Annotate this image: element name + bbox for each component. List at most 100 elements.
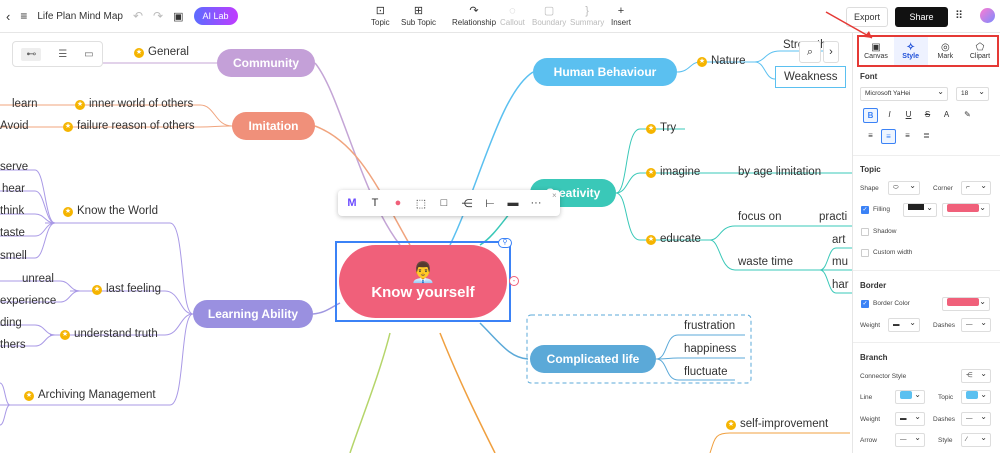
outline-view-icon[interactable]: ☰ — [58, 49, 67, 60]
back-icon[interactable]: ‹ — [6, 9, 10, 24]
text-format-icon[interactable]: T — [367, 197, 383, 209]
leaf-waste-time[interactable]: waste time — [738, 256, 793, 268]
branch-style-select[interactable]: ⁄ — [961, 432, 991, 447]
align-left-icon[interactable]: ≡ — [863, 129, 878, 144]
leaf-experience[interactable]: experience — [0, 295, 56, 307]
leaf-thers[interactable]: thers — [0, 339, 26, 351]
shadow-checkbox[interactable] — [861, 228, 869, 236]
leaf-know-the-world[interactable]: ★ Know the World — [63, 205, 158, 217]
border-weight-select[interactable]: ▬ — [888, 317, 920, 332]
leaf-by-age-limitation[interactable]: by age limitation — [738, 166, 821, 178]
shape-icon[interactable]: □ — [436, 197, 452, 209]
leaf-frustration[interactable]: frustration — [684, 320, 735, 332]
ai-lab-button[interactable]: AI Lab — [193, 7, 238, 25]
slides-view-icon[interactable]: ▭ — [84, 49, 93, 60]
arrow-select[interactable]: — — [895, 432, 925, 447]
tab-style[interactable]: ✧ Style — [893, 37, 928, 65]
border-color-checkbox[interactable]: ✓ — [861, 300, 869, 308]
strikethrough-button[interactable]: S — [920, 108, 935, 123]
leaf-art[interactable]: art — [832, 234, 845, 246]
leaf-nature[interactable]: ★ Nature — [697, 55, 746, 67]
leaf-learn[interactable]: learn — [12, 98, 38, 110]
ai-icon[interactable]: M — [344, 197, 360, 209]
boundary-tool[interactable]: ▢ Boundary — [532, 4, 566, 27]
leaf-practi[interactable]: practi — [819, 211, 847, 223]
format-painter-icon[interactable]: ▣ — [173, 10, 183, 23]
leaf-avoid[interactable]: Avoid — [0, 120, 29, 132]
font-size-select[interactable]: 18 — [956, 86, 989, 101]
branch-dashes-select[interactable]: — — [961, 411, 991, 426]
leaf-hear[interactable]: hear — [2, 183, 25, 195]
tab-mark[interactable]: ◎ Mark — [928, 37, 962, 65]
mind-map-canvas[interactable]: ⊷ ☰ ▭ Community Imitation Learning Abili… — [0, 33, 852, 453]
connector-style-select[interactable]: ⋲ — [961, 368, 991, 383]
border-dashes-select[interactable]: — — [961, 317, 991, 332]
main-node-human-behaviour[interactable]: Human Behaviour — [533, 58, 677, 86]
highlight-icon[interactable]: ✎ — [960, 108, 975, 123]
align-center-icon[interactable]: ≡ — [881, 129, 896, 144]
fill-color-icon[interactable]: ● — [390, 197, 406, 209]
shape-select[interactable]: ⬭ — [888, 180, 920, 195]
apps-grid-icon[interactable]: ⠿ — [955, 9, 963, 22]
leaf-general[interactable]: ★ General — [134, 46, 189, 58]
corner-select[interactable]: ⌐ — [961, 180, 991, 195]
leaf-unreal[interactable]: unreal — [22, 273, 54, 285]
leaf-educate[interactable]: ★ educate — [646, 233, 701, 245]
layout-icon[interactable]: ⊢ — [482, 197, 498, 210]
user-avatar[interactable] — [980, 8, 995, 23]
fill-color-select[interactable] — [942, 202, 990, 217]
line-color-icon[interactable]: ▬ — [505, 197, 521, 209]
leaf-inner-world[interactable]: ★ inner world of others — [75, 98, 193, 110]
leaf-understand-truth[interactable]: ★ understand truth — [60, 328, 158, 340]
undo-icon[interactable]: ↶ — [133, 9, 143, 23]
sub-topic-tool[interactable]: ⊞ Sub Topic — [401, 4, 436, 27]
leaf-self-improvement[interactable]: ★ self-improvement — [726, 418, 828, 430]
align-right-icon[interactable]: ≡ — [900, 129, 915, 144]
topic-color-select[interactable] — [961, 389, 991, 404]
summary-tool[interactable]: } Summary — [570, 4, 604, 27]
font-family-select[interactable]: Microsoft YaHei — [860, 86, 948, 101]
menu-icon[interactable]: ≡ — [20, 9, 27, 23]
leaf-smell[interactable]: smell — [0, 250, 27, 262]
line-color-select[interactable] — [895, 389, 925, 404]
leaf-taste[interactable]: taste — [0, 227, 25, 239]
border-style-icon[interactable]: ⬚ — [413, 197, 429, 210]
leaf-mu[interactable]: mu — [832, 256, 848, 268]
leaf-har[interactable]: har — [832, 279, 849, 291]
tab-clipart[interactable]: ⬠ Clipart — [963, 37, 997, 65]
branch-weight-select[interactable]: ▬ — [895, 411, 925, 426]
underline-button[interactable]: U — [901, 108, 916, 123]
main-node-complicated-life[interactable]: Complicated life — [530, 345, 656, 373]
leaf-imagine[interactable]: ★ imagine — [646, 166, 700, 178]
filling-style-select[interactable] — [903, 202, 937, 217]
custom-width-checkbox[interactable] — [861, 249, 869, 257]
filling-checkbox[interactable]: ✓ — [861, 206, 869, 214]
leaf-archiving-management[interactable]: ★ Archiving Management — [24, 389, 156, 401]
mindmap-view-icon[interactable]: ⊷ — [21, 47, 42, 61]
main-node-community[interactable]: Community — [217, 49, 315, 77]
leaf-fluctuate[interactable]: fluctuate — [684, 366, 727, 378]
main-node-learning-ability[interactable]: Learning Ability — [193, 300, 313, 328]
share-button[interactable]: Share — [895, 7, 948, 27]
leaf-failure-reason[interactable]: ★ failure reason of others — [63, 120, 195, 132]
align-justify-icon[interactable]: ≣ — [919, 129, 934, 144]
bold-button[interactable]: B — [863, 108, 878, 123]
leaf-weakness[interactable]: Weakness — [775, 66, 847, 88]
leaf-try[interactable]: ★ Try — [646, 122, 676, 134]
more-icon[interactable]: ··· — [528, 197, 544, 209]
main-node-imitation[interactable]: Imitation — [232, 112, 315, 140]
leaf-serve[interactable]: serve — [0, 161, 28, 173]
topic-tool[interactable]: ⊡ Topic — [371, 4, 390, 27]
leaf-think[interactable]: think — [0, 205, 24, 217]
relationship-tool[interactable]: ↷ Relationship — [452, 4, 496, 27]
leaf-happiness[interactable]: happiness — [684, 343, 736, 355]
leaf-focus-on[interactable]: focus on — [738, 211, 781, 223]
font-color-button[interactable]: A — [939, 108, 954, 123]
search-icon[interactable]: ⌕ — [799, 41, 821, 63]
insert-tool[interactable]: + Insert — [611, 4, 631, 27]
central-topic[interactable]: 👨‍💼 Know yourself — [339, 245, 507, 318]
leaf-ding[interactable]: ding — [0, 317, 22, 329]
close-toolbar-icon[interactable]: × — [552, 191, 557, 200]
link-icon[interactable]: ⚲ — [498, 238, 512, 248]
callout-tool[interactable]: ◌ Callout — [500, 4, 525, 27]
